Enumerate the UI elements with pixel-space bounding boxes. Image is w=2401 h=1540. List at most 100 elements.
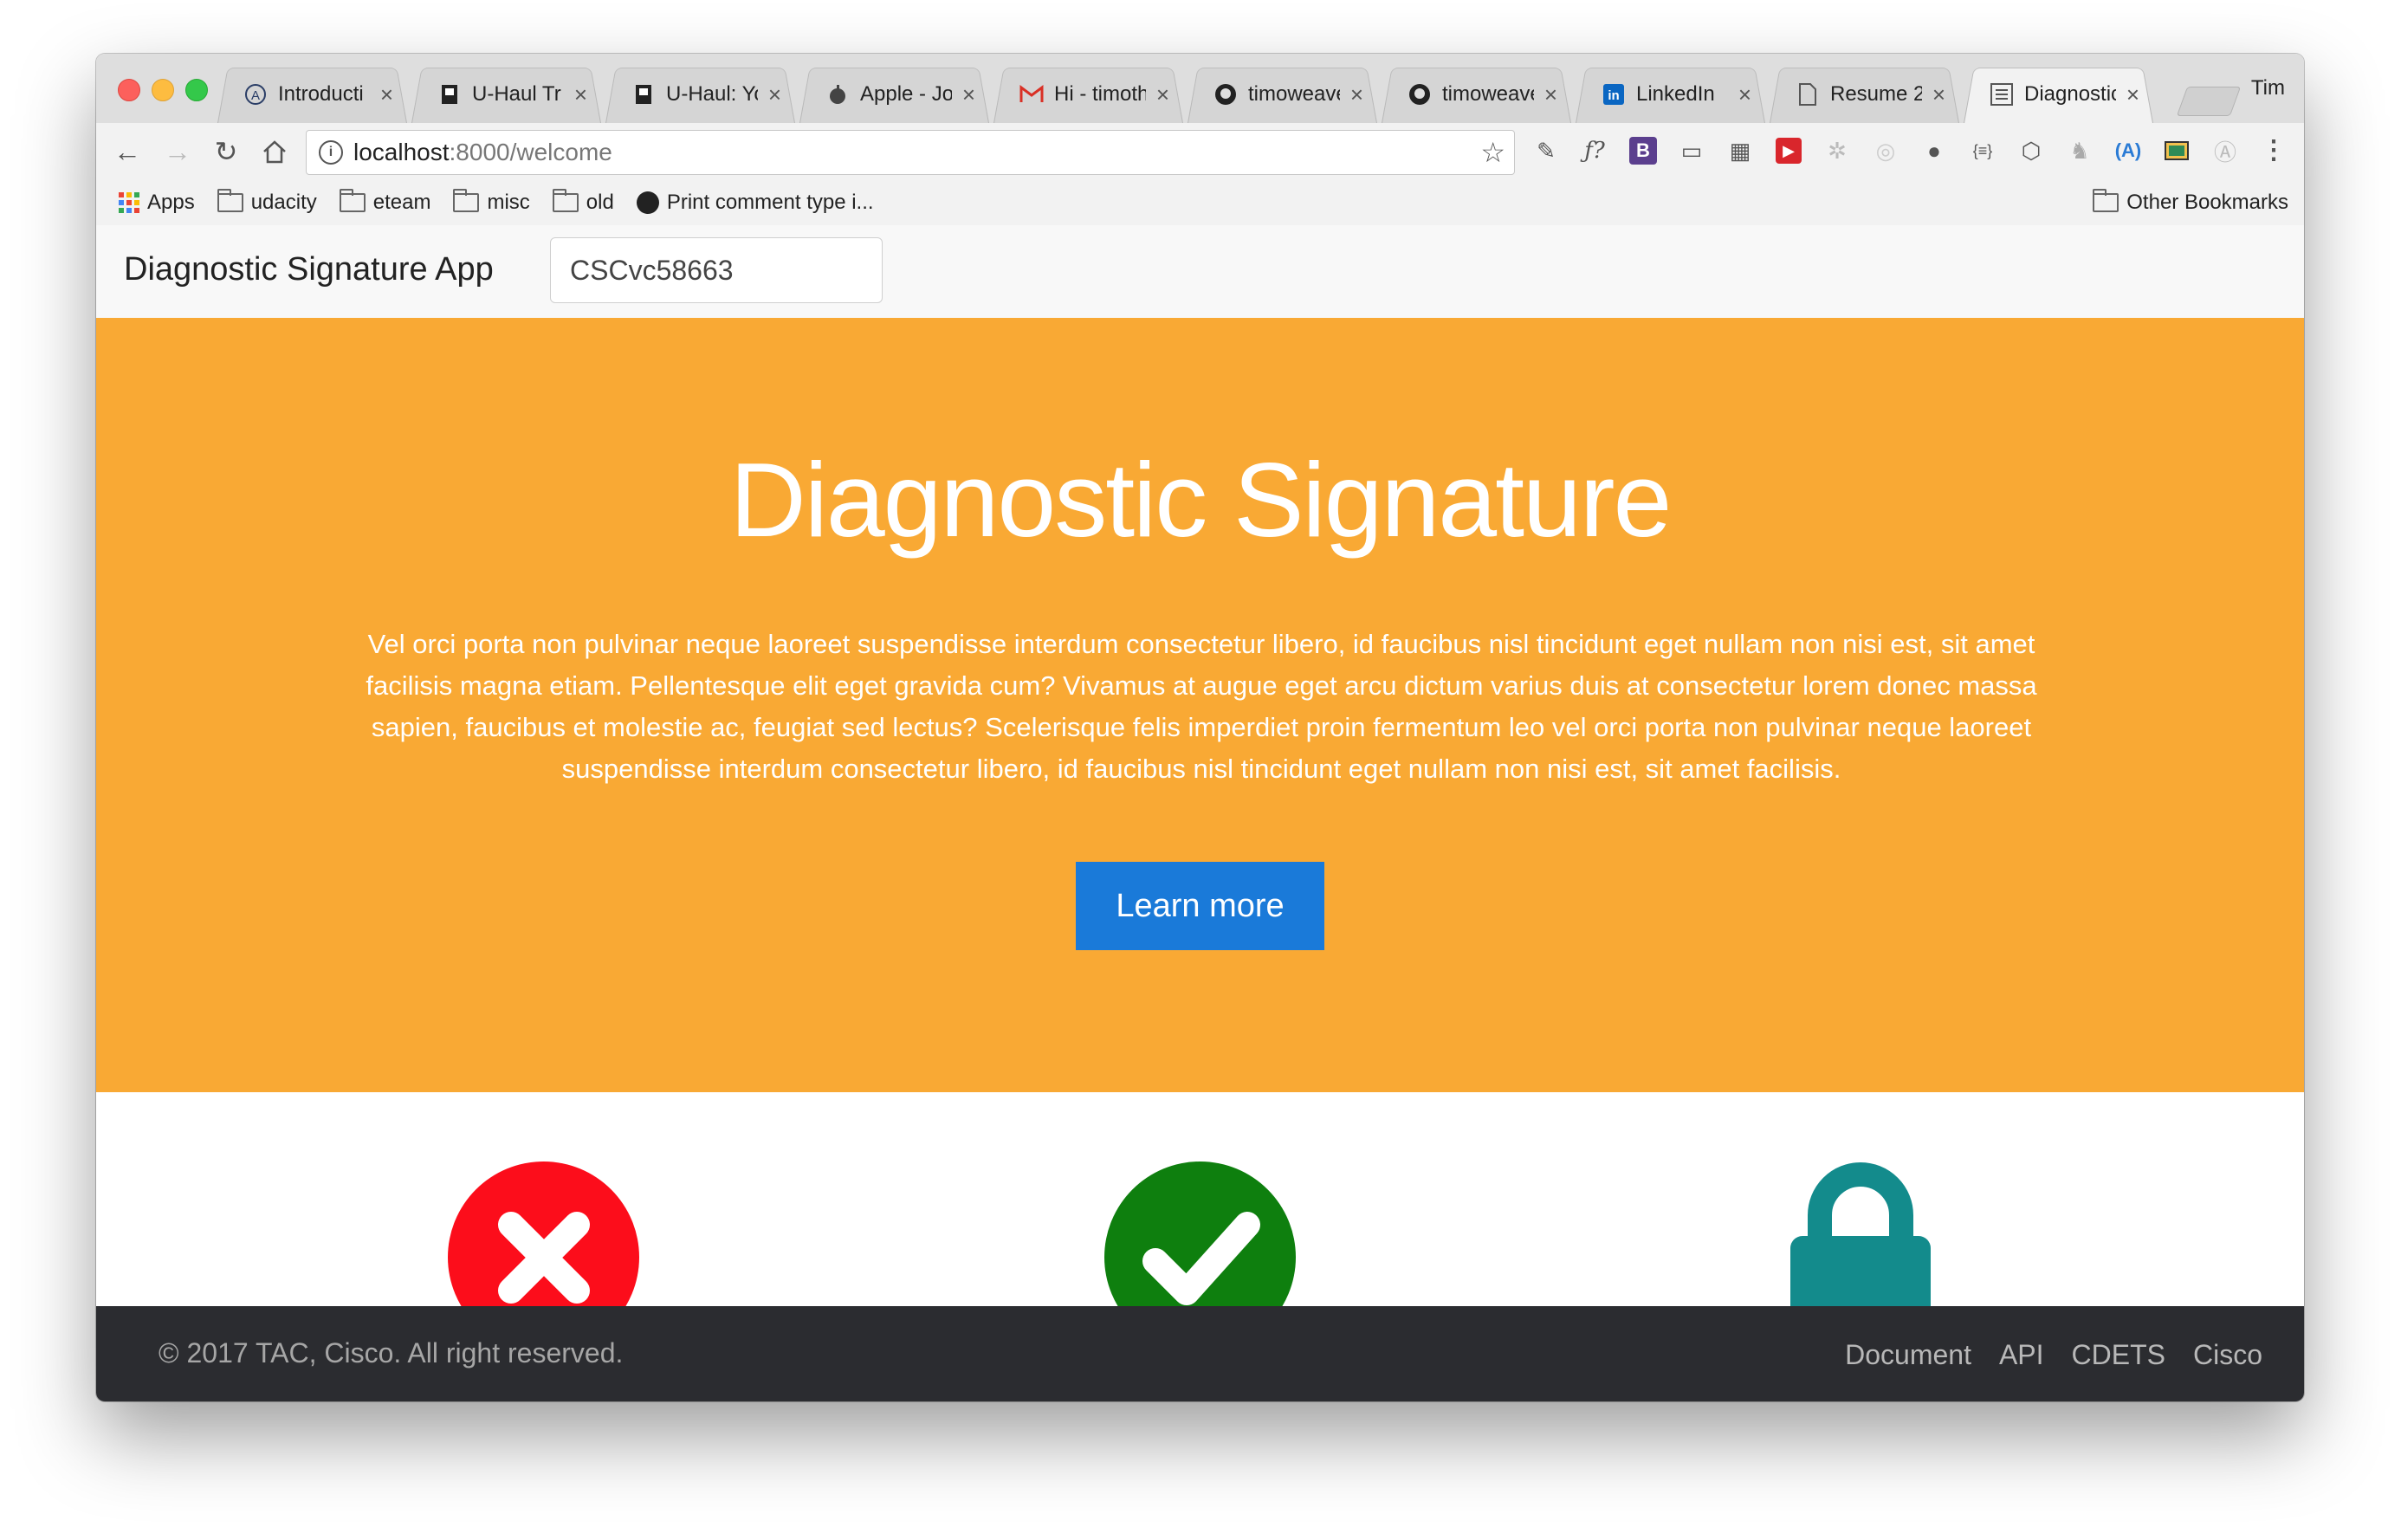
- uhaul-icon: [631, 82, 656, 107]
- tab-close-icon[interactable]: ×: [1350, 81, 1363, 108]
- bootstrap-icon[interactable]: B: [1629, 137, 1657, 165]
- menu-icon[interactable]: ⋮: [2261, 135, 2287, 165]
- footer-link-document[interactable]: Document: [1845, 1339, 1971, 1371]
- list-icon: [1990, 82, 2014, 107]
- maximize-window-button[interactable]: [185, 79, 208, 101]
- grid-icon[interactable]: ▦: [1723, 133, 1757, 168]
- folder-icon: [552, 189, 579, 212]
- tab-title: LinkedIn: [1636, 82, 1715, 106]
- footer-link-cisco[interactable]: Cisco: [2193, 1339, 2262, 1371]
- tab-title: Resume 20: [1830, 82, 1922, 106]
- accessibility-icon[interactable]: (A): [2111, 133, 2145, 168]
- circle-icon[interactable]: ◎: [1868, 133, 1903, 168]
- reload-icon[interactable]: ↻: [209, 134, 243, 169]
- feature-icons: [96, 1092, 2304, 1306]
- footer-link-cdets[interactable]: CDETS: [2072, 1339, 2165, 1371]
- tab-close-icon[interactable]: ×: [1544, 81, 1557, 108]
- tab-title: timoweave: [1248, 82, 1340, 106]
- tab-close-icon[interactable]: ×: [1932, 81, 1945, 108]
- github-icon: [636, 191, 659, 214]
- palette-icon[interactable]: ●: [1917, 133, 1951, 168]
- forward-icon[interactable]: →: [160, 134, 195, 169]
- function-icon[interactable]: ƒ?: [1577, 133, 1612, 168]
- hero-description: Vel orci porta non pulvinar neque laoree…: [366, 629, 2037, 784]
- puzzle-icon[interactable]: ♞: [2062, 133, 2097, 168]
- tab-close-icon[interactable]: ×: [1738, 81, 1751, 108]
- tab-apple[interactable]: Apple - Jo ×: [801, 66, 987, 123]
- new-tab-button[interactable]: [2176, 87, 2242, 116]
- angular-icon: A: [243, 82, 268, 107]
- app-brand[interactable]: Diagnostic Signature App: [124, 251, 494, 288]
- tab-close-icon[interactable]: ×: [962, 81, 975, 108]
- tab-uhaul-1[interactable]: U-Haul Tr ×: [413, 66, 599, 123]
- footer-links: Document API CDETS Cisco: [1845, 1339, 2262, 1371]
- react-icon[interactable]: ✲: [1820, 133, 1854, 168]
- success-check-icon: [1104, 1161, 1296, 1306]
- fast-forward-icon[interactable]: ▶: [1776, 138, 1802, 164]
- bookmark-star-icon[interactable]: ☆: [1480, 136, 1505, 169]
- tab-title: U-Haul: Yo: [666, 82, 758, 106]
- tab-linkedin[interactable]: in LinkedIn ×: [1577, 66, 1764, 123]
- address-bar[interactable]: i localhost:8000/welcome ☆: [306, 130, 1515, 175]
- learn-more-button[interactable]: Learn more: [1076, 862, 1324, 950]
- extensions-bar: ✎ ƒ? B ▭ ▦ ▶ ✲ ◎ ● {≡} ⬡ ♞ (A) Ⓐ: [1529, 133, 2242, 168]
- circle-a-icon[interactable]: Ⓐ: [2208, 133, 2242, 168]
- github-icon: [1213, 82, 1238, 107]
- svg-text:in: in: [1608, 88, 1619, 103]
- bookmark-udacity[interactable]: udacity: [217, 189, 317, 215]
- lock-icon: [1787, 1161, 1934, 1306]
- page-footer: © 2017 TAC, Cisco. All right reserved. D…: [96, 1306, 2304, 1401]
- github-icon: [1408, 82, 1432, 107]
- linkedin-icon: in: [1602, 82, 1626, 107]
- angular-ext-icon[interactable]: ⬡: [2014, 133, 2048, 168]
- bookmark-print-comment[interactable]: Print comment type i...: [636, 191, 874, 215]
- tab-gmail[interactable]: Hi - timoth ×: [995, 66, 1181, 123]
- tab-close-icon[interactable]: ×: [2126, 81, 2139, 108]
- page-content: Diagnostic Signature App Diagnostic Sign…: [96, 225, 2304, 1401]
- tab-introduction[interactable]: A Introducti ×: [219, 66, 405, 123]
- close-window-button[interactable]: [118, 79, 140, 101]
- hero-title: Diagnostic Signature: [729, 441, 1673, 559]
- json-icon[interactable]: {≡}: [1965, 133, 2000, 168]
- bookmark-old[interactable]: old: [552, 189, 614, 215]
- app-navbar: Diagnostic Signature App: [96, 225, 2304, 319]
- minimize-window-button[interactable]: [152, 79, 174, 101]
- bug-id-search-input[interactable]: [550, 237, 883, 303]
- tab-close-icon[interactable]: ×: [1156, 81, 1169, 108]
- tab-resume[interactable]: Resume 20 ×: [1771, 66, 1958, 123]
- tab-close-icon[interactable]: ×: [380, 81, 393, 108]
- bookmark-eteam[interactable]: eteam: [339, 189, 430, 215]
- tab-title: Hi - timoth: [1054, 82, 1146, 106]
- tab-title: U-Haul Tr: [472, 82, 561, 106]
- browser-toolbar: ← → ↻ i localhost:8000/welcome ☆ ✎ ƒ? B …: [96, 123, 2304, 180]
- folder-icon: [2093, 189, 2119, 212]
- eyedropper-icon[interactable]: ✎: [1529, 133, 1563, 168]
- bookmark-misc[interactable]: misc: [453, 189, 530, 215]
- bookmark-label: old: [586, 191, 614, 214]
- tab-close-icon[interactable]: ×: [574, 81, 587, 108]
- browser-window: A Introducti × U-Haul Tr × U-Haul: Yo × …: [96, 54, 2304, 1401]
- bookmark-label: udacity: [250, 191, 317, 214]
- profile-name[interactable]: Tim: [2251, 76, 2285, 100]
- tab-title: Introducti: [278, 82, 364, 106]
- home-icon[interactable]: [257, 134, 292, 169]
- other-bookmarks-label: Other Bookmarks: [2126, 191, 2288, 214]
- bookmark-apps[interactable]: Apps: [119, 191, 195, 215]
- tab-github-1[interactable]: timoweave ×: [1189, 66, 1375, 123]
- tab-title: timoweave: [1442, 82, 1534, 106]
- svg-text:A: A: [251, 88, 260, 103]
- window-resizer-icon[interactable]: ▭: [1674, 133, 1709, 168]
- tab-uhaul-2[interactable]: U-Haul: Yo ×: [607, 66, 793, 123]
- tab-diagnostic[interactable]: Diagnostic ×: [1965, 66, 2152, 123]
- hero-section: Diagnostic Signature Vel orci porta non …: [96, 318, 2304, 1092]
- gmail-icon: [1019, 82, 1044, 107]
- footer-link-api[interactable]: API: [1999, 1339, 2044, 1371]
- image-icon[interactable]: [2159, 133, 2194, 168]
- info-icon[interactable]: i: [319, 140, 343, 165]
- tab-title: Apple - Jo: [860, 82, 952, 106]
- back-icon[interactable]: ←: [110, 134, 145, 169]
- other-bookmarks[interactable]: Other Bookmarks: [2093, 189, 2288, 215]
- tab-title: Diagnostic: [2024, 82, 2116, 106]
- tab-github-2[interactable]: timoweave ×: [1383, 66, 1569, 123]
- tab-close-icon[interactable]: ×: [768, 81, 781, 108]
